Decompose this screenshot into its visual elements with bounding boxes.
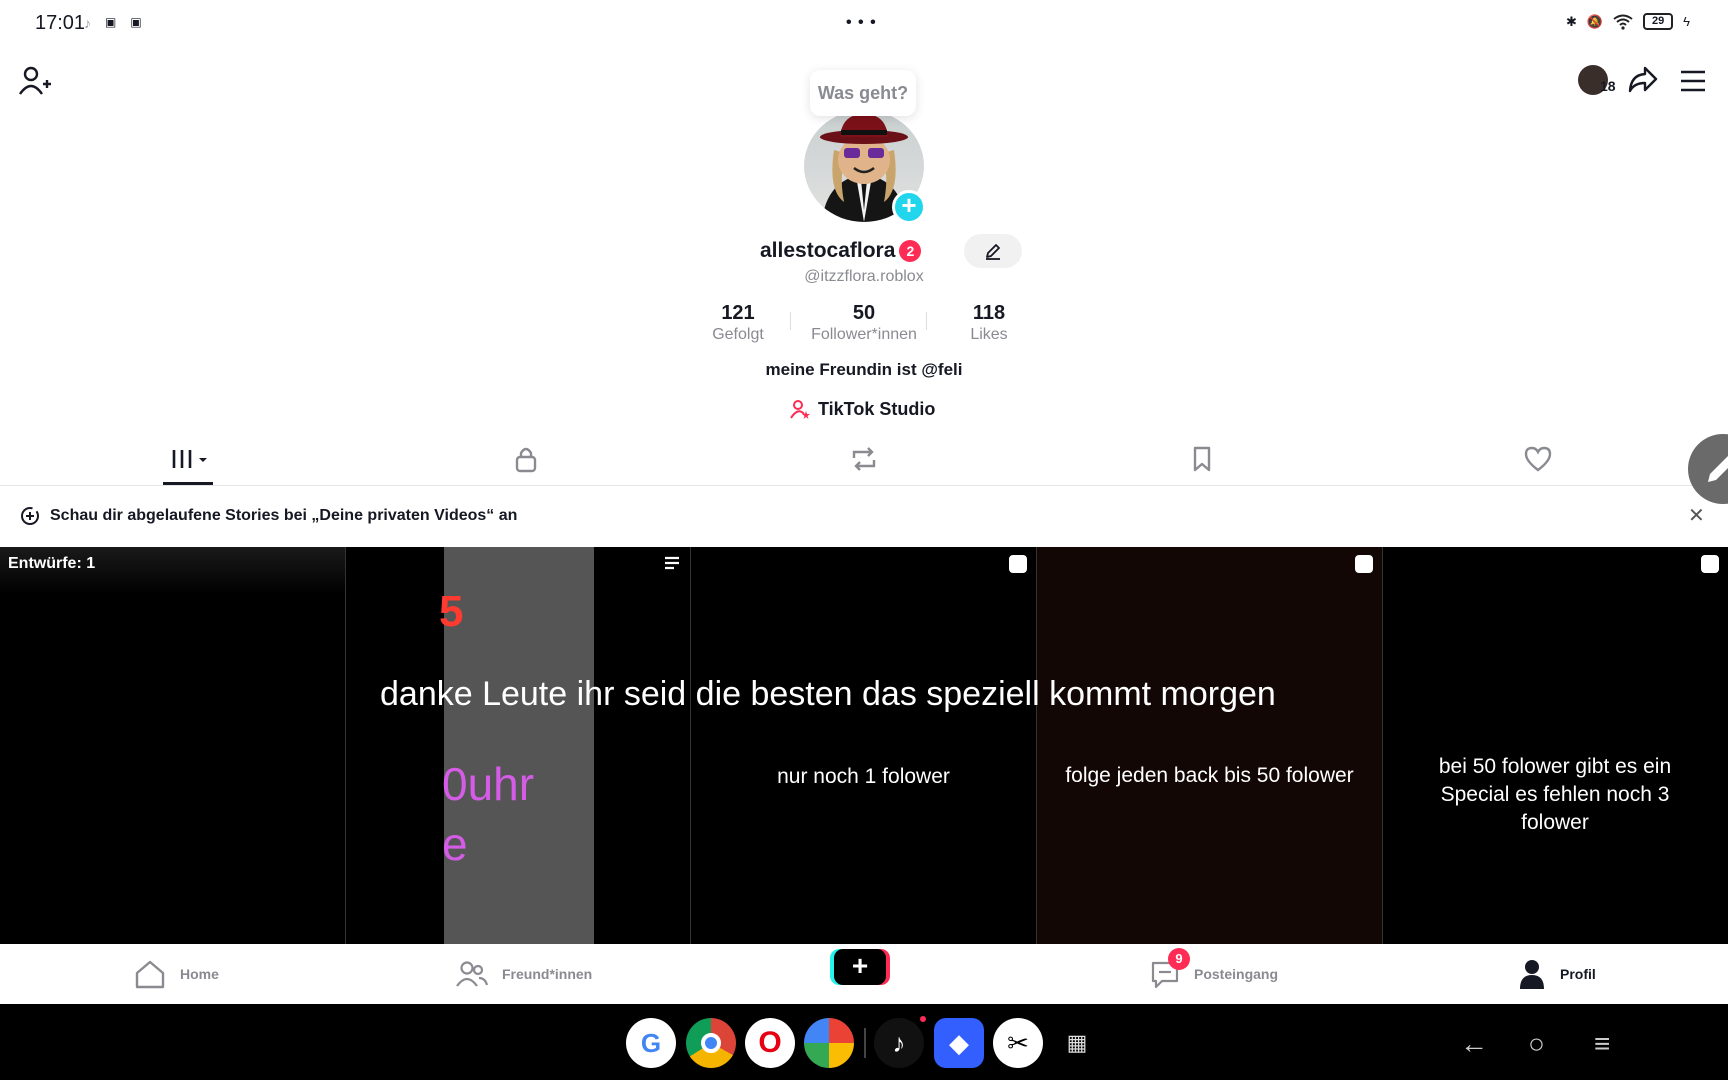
- charging-icon: ϟ: [1683, 14, 1690, 29]
- video-caption: bei 50 folower gibt es ein Special es fe…: [1438, 755, 1672, 834]
- stat-followers[interactable]: 50 Follower*innen: [798, 302, 930, 344]
- profile-bio: meine Freundin ist @feli: [765, 360, 963, 379]
- tab-videos[interactable]: [158, 444, 218, 474]
- home-icon: [134, 959, 166, 989]
- tab-liked[interactable]: [1508, 444, 1568, 474]
- nav-profile[interactable]: Profil: [1518, 944, 1596, 1004]
- nav-label: Freund*innen: [502, 966, 593, 982]
- roblox-app-icon[interactable]: ◆: [934, 1018, 984, 1068]
- app-notification-icon-2: ▣: [130, 15, 142, 29]
- app-notification-icon: ▣: [105, 15, 117, 29]
- status-icons-left: ♪ ▣ ▣: [84, 15, 142, 31]
- app-drawer-icon[interactable]: ▦: [1052, 1018, 1102, 1068]
- tiktok-studio-link[interactable]: TikTok Studio: [790, 397, 935, 421]
- stat-value: 118: [972, 302, 1006, 324]
- stat-value: 121: [721, 302, 755, 324]
- stat-likes[interactable]: 118 Likes: [944, 302, 1034, 344]
- video-tile[interactable]: bei 50 folower gibt es ein Special es fe…: [1382, 547, 1728, 944]
- playlist-icon: [664, 555, 680, 571]
- video-tile[interactable]: nur noch 1 folower: [690, 547, 1036, 944]
- studio-icon: [790, 399, 810, 419]
- tiktok-notification-icon: ♪: [84, 15, 91, 31]
- wifi-icon: [1613, 14, 1633, 30]
- video-thumbnail-mark: 5: [439, 587, 464, 636]
- stat-label: Likes: [970, 326, 1008, 343]
- battery-icon: 29: [1643, 13, 1674, 30]
- story-bubble[interactable]: Was geht?: [810, 70, 916, 116]
- status-time: 17:01: [35, 12, 86, 34]
- drafts-label: Entwürfe: 1: [8, 555, 96, 572]
- tab-reposts[interactable]: [834, 444, 894, 474]
- mute-icon: 🔕: [1586, 13, 1604, 29]
- story-icon: [1355, 555, 1373, 573]
- bottom-nav: Home Freund*innen + Posteingang 9 Profil: [0, 944, 1728, 1004]
- stories-banner[interactable]: Schau dir abgelaufene Stories bei „Deine…: [20, 504, 517, 528]
- video-grid: Entwürfe: 1 5 0uhr e nur noch 1 folower …: [0, 547, 1728, 944]
- banner-text: Schau dir abgelaufene Stories bei „Deine…: [50, 507, 518, 524]
- create-button[interactable]: +: [834, 949, 886, 985]
- display-name-row: allestocaflora 2: [760, 236, 922, 266]
- video-tile[interactable]: 5 0uhr e: [345, 547, 690, 944]
- bluetooth-icon: ✱: [1566, 13, 1577, 29]
- home-button-icon[interactable]: ○: [1528, 1028, 1545, 1060]
- opera-app-icon[interactable]: O: [745, 1018, 795, 1068]
- video-tile-drafts[interactable]: Entwürfe: 1: [0, 547, 345, 944]
- add-friend-icon[interactable]: [18, 66, 52, 96]
- friends-icon: [456, 960, 488, 988]
- recents-icon[interactable]: ≡: [1594, 1028, 1610, 1060]
- nav-label: Posteingang: [1194, 966, 1279, 982]
- story-plus-icon: [20, 506, 40, 526]
- tab-saved[interactable]: [1172, 444, 1232, 474]
- tabs-divider: [0, 485, 1728, 486]
- dock-separator: [864, 1028, 866, 1058]
- tab-private[interactable]: [496, 444, 556, 474]
- add-story-button[interactable]: +: [892, 190, 926, 224]
- story-icon: [1701, 555, 1719, 573]
- inbox-badge: 9: [1168, 948, 1190, 970]
- video-caption-line-2: e: [442, 818, 468, 870]
- tiktok-app-icon[interactable]: ♪: [874, 1018, 924, 1068]
- status-icons-right: ✱ 🔕 29 ϟ: [1566, 13, 1690, 30]
- stat-divider: [790, 312, 791, 330]
- system-dock: G O ♪ ◆ ✂ ▦ ← ○ ≡: [0, 1004, 1728, 1080]
- photos-app-icon[interactable]: [804, 1018, 854, 1068]
- video-thumbnail-strip: [444, 547, 594, 944]
- video-tile[interactable]: folge jeden back bis 50 folower: [1036, 547, 1382, 944]
- video-caption: folge jeden back bis 50 folower: [1065, 764, 1354, 787]
- edit-profile-button[interactable]: [964, 234, 1022, 268]
- nav-home[interactable]: Home: [134, 944, 219, 1004]
- display-name: allestocaflora: [760, 239, 896, 262]
- video-caption: nur noch 1 folower: [777, 765, 950, 788]
- menu-icon[interactable]: [1680, 70, 1706, 92]
- share-icon[interactable]: [1628, 66, 1658, 94]
- nav-friends[interactable]: Freund*innen: [456, 944, 592, 1004]
- overlay-caption: danke Leute ihr seid die besten das spez…: [380, 675, 1276, 713]
- nav-label: Profil: [1560, 966, 1596, 982]
- window-more-dots[interactable]: • • •: [846, 14, 877, 32]
- close-icon[interactable]: ✕: [1688, 503, 1705, 528]
- notification-count: 18: [1600, 78, 1616, 94]
- stat-following[interactable]: 121 Gefolgt: [693, 302, 783, 344]
- back-icon[interactable]: ←: [1460, 1028, 1488, 1060]
- stat-label: Follower*innen: [811, 326, 917, 343]
- nav-label: Home: [180, 966, 219, 982]
- studio-label: TikTok Studio: [818, 398, 936, 419]
- stat-value: 50: [852, 302, 876, 324]
- app-notification-dot: [920, 1016, 926, 1022]
- chrome-app-icon[interactable]: [686, 1018, 736, 1068]
- google-app-icon[interactable]: G: [626, 1018, 676, 1068]
- story-icon: [1009, 555, 1027, 573]
- profile-icon: [1518, 959, 1546, 989]
- stat-label: Gefolgt: [712, 326, 764, 343]
- username-handle: @itzzflora.roblox: [804, 268, 924, 285]
- video-caption: 0uhr: [442, 758, 535, 810]
- floating-edit-button[interactable]: [1688, 434, 1728, 504]
- name-badge: 2: [899, 240, 922, 262]
- capcut-app-icon[interactable]: ✂: [993, 1018, 1043, 1068]
- stat-divider: [926, 312, 927, 330]
